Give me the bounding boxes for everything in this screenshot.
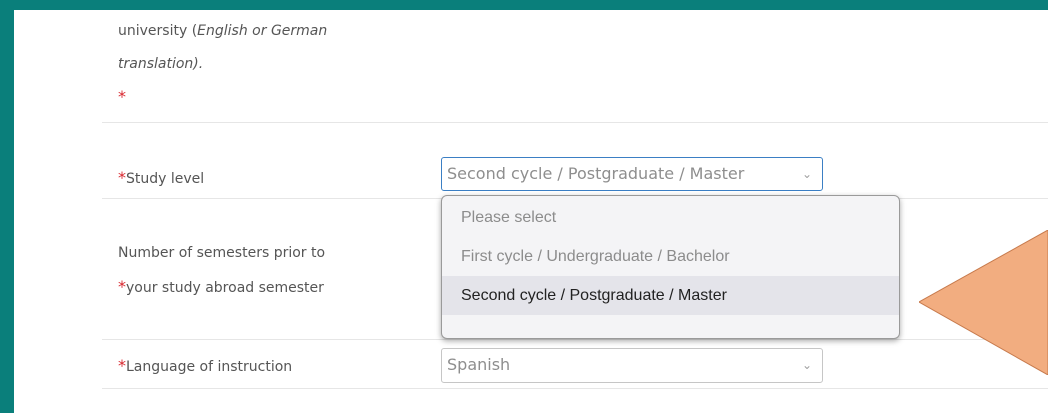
row-divider (102, 339, 1048, 340)
language-value: Spanish (447, 355, 511, 374)
form-panel: university (English or German translatio… (14, 10, 1048, 413)
study-level-label: *Study level (118, 169, 204, 188)
language-label-text: Language of instruction (126, 359, 293, 375)
study-level-label-text: Study level (126, 171, 205, 187)
required-asterisk: * (118, 277, 126, 296)
label-italic-text: English or German (197, 23, 328, 39)
language-select[interactable]: Spanish ⌄ (441, 348, 823, 383)
dropdown-option[interactable]: Please select (442, 198, 899, 237)
study-level-dropdown-menu: Please select First cycle / Undergraduat… (441, 195, 900, 339)
required-asterisk: * (118, 168, 126, 187)
chevron-down-icon: ⌄ (801, 358, 812, 372)
required-asterisk: * (118, 356, 126, 375)
partial-field-label-line1: university (English or German (118, 22, 327, 40)
semesters-label-text: your study abroad semester (126, 280, 324, 296)
row-divider (102, 388, 1048, 389)
required-asterisk: * (118, 87, 126, 106)
chevron-down-icon: ⌄ (801, 167, 812, 181)
language-label: *Language of instruction (118, 357, 292, 376)
callout-arrow (919, 230, 1048, 375)
partial-field-label-line2: translation). (118, 56, 204, 72)
label-text: university ( (118, 23, 198, 39)
dropdown-option[interactable]: First cycle / Undergraduate / Bachelor (442, 237, 899, 276)
dropdown-option-selected[interactable]: Second cycle / Postgraduate / Master (442, 276, 899, 315)
semesters-label-line2: *your study abroad semester (118, 278, 324, 297)
semesters-label-line1: Number of semesters prior to (118, 245, 326, 261)
study-level-value: Second cycle / Postgraduate / Master (447, 164, 745, 183)
study-level-select[interactable]: Second cycle / Postgraduate / Master ⌄ (441, 157, 823, 191)
row-divider (102, 122, 1048, 123)
